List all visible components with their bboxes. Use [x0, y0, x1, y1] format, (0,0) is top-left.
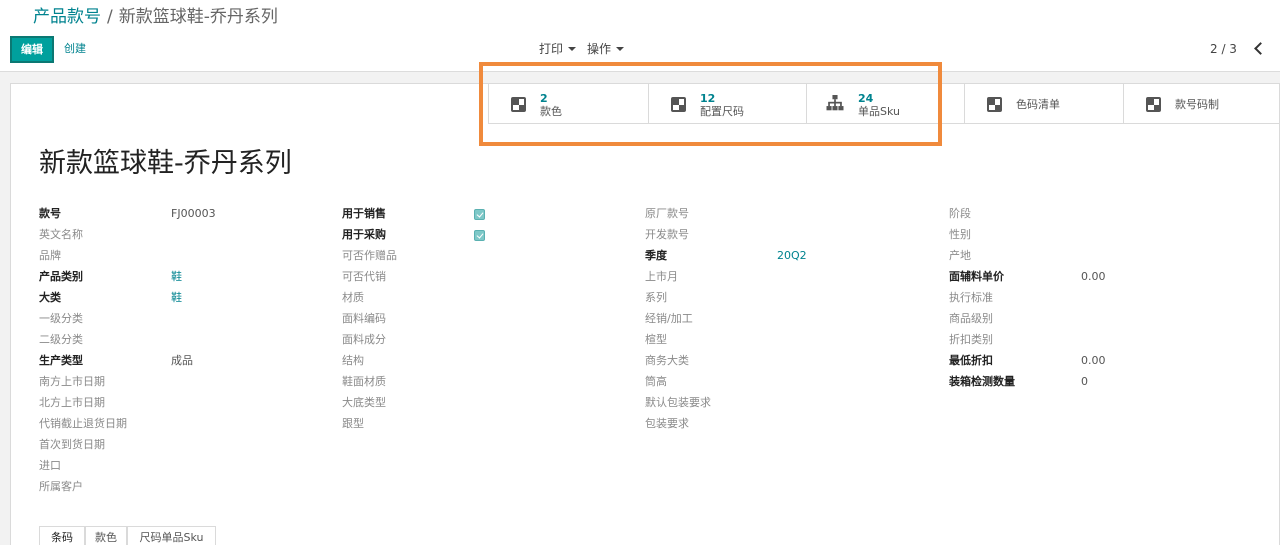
caret-down-icon — [568, 47, 577, 51]
action-label: 操作 — [587, 42, 612, 56]
field-value-major-class[interactable]: 鞋 — [171, 290, 182, 306]
field-label-heel-type: 跟型 — [342, 417, 364, 430]
field-label-level2-class: 二级分类 — [39, 333, 83, 346]
field-value-season[interactable]: 20Q2 — [777, 248, 807, 264]
field-label-dev-style-code: 开发款号 — [645, 228, 689, 241]
field-label-discount-type: 折扣类别 — [949, 333, 993, 346]
field-label-style-code: 款号 — [39, 207, 61, 220]
field-label-last-type: 楦型 — [645, 333, 667, 346]
smart-button-sku[interactable]: 24 单品Sku — [806, 84, 964, 124]
breadcrumb-current: 新款篮球鞋-乔丹系列 — [118, 7, 278, 27]
tab-size-sku[interactable]: 尺码单品Sku — [127, 526, 216, 545]
smart-button-box: 2 款色 12 配置尺码 24 单品Sku 色码清单 款号码制 — [488, 84, 1280, 124]
smart-button-color-size-list[interactable]: 色码清单 — [964, 84, 1123, 124]
smart-button-count: 12 — [700, 92, 716, 105]
field-label-material-unit-price: 面辅料单价 — [949, 270, 1004, 283]
checker-icon — [1146, 97, 1161, 112]
field-label-factory-style-code: 原厂款号 — [645, 207, 689, 220]
tab-style-color[interactable]: 款色 — [85, 526, 127, 545]
pager-value[interactable]: 2 / 3 — [1210, 41, 1237, 57]
field-value-product-category[interactable]: 鞋 — [171, 269, 182, 285]
field-label-business-class: 商务大类 — [645, 354, 689, 367]
breadcrumb-parent-link[interactable]: 产品款号 — [33, 7, 101, 27]
field-label-sole-type: 大底类型 — [342, 396, 386, 409]
field-label-fabric-code: 面料编码 — [342, 312, 386, 325]
field-label-distribution-processing: 经销/加工 — [645, 312, 693, 325]
create-button[interactable]: 创建 — [64, 41, 86, 57]
smart-button-label: 款色 — [540, 105, 562, 118]
field-label-consignment: 可否代销 — [342, 270, 386, 283]
smart-button-colors[interactable]: 2 款色 — [488, 84, 648, 124]
print-dropdown[interactable]: 打印 — [539, 41, 577, 57]
field-label-origin: 产地 — [949, 249, 971, 262]
control-panel: 产品款号 / 新款篮球鞋-乔丹系列 编辑 创建 打印 操作 2 / 3 — [0, 0, 1280, 72]
field-label-carton-check-qty: 装箱检测数量 — [949, 375, 1015, 388]
field-label-fabric-composition: 面料成分 — [342, 333, 386, 346]
field-label-product-category: 产品类别 — [39, 270, 83, 283]
field-label-standard: 执行标准 — [949, 291, 993, 304]
field-label-for-sale: 用于销售 — [342, 207, 386, 220]
print-label: 打印 — [539, 42, 564, 56]
field-label-south-launch-date: 南方上市日期 — [39, 375, 105, 388]
smart-button-sizes[interactable]: 12 配置尺码 — [648, 84, 806, 124]
caret-down-icon — [616, 47, 625, 51]
field-label-consignment-return-deadline: 代销截止退货日期 — [39, 417, 127, 430]
smart-button-label: 配置尺码 — [700, 105, 744, 118]
field-label-min-discount: 最低折扣 — [949, 354, 993, 367]
field-label-material: 材质 — [342, 291, 364, 304]
field-label-shaft-height: 筒高 — [645, 375, 667, 388]
checker-icon — [671, 97, 686, 112]
smart-button-label: 单品Sku — [858, 105, 900, 118]
smart-button-count: 24 — [858, 92, 874, 105]
field-label-stage: 阶段 — [949, 207, 971, 220]
field-label-first-arrival-date: 首次到货日期 — [39, 438, 105, 451]
breadcrumb-separator: / — [107, 7, 113, 27]
field-value-min-discount[interactable]: 0.00 — [1081, 353, 1106, 369]
for-sale-checkbox[interactable] — [474, 209, 485, 220]
chevron-left-icon[interactable] — [1251, 38, 1267, 58]
smart-button-label: 色码清单 — [1016, 98, 1060, 111]
smart-button-label: 款号码制 — [1175, 98, 1219, 111]
for-purchase-checkbox[interactable] — [474, 230, 485, 241]
field-label-import: 进口 — [39, 459, 61, 472]
field-label-structure: 结构 — [342, 354, 364, 367]
action-dropdown[interactable]: 操作 — [587, 41, 625, 57]
field-label-customer: 所属客户 — [39, 480, 83, 493]
field-label-level1-class: 一级分类 — [39, 312, 83, 325]
field-label-gender: 性别 — [949, 228, 971, 241]
field-label-for-purchase: 用于采购 — [342, 228, 386, 241]
field-label-major-class: 大类 — [39, 291, 61, 304]
field-label-gift: 可否作赠品 — [342, 249, 397, 262]
checker-icon — [987, 97, 1002, 112]
field-label-production-type: 生产类型 — [39, 354, 83, 367]
field-label-series: 系列 — [645, 291, 667, 304]
edit-button[interactable]: 编辑 — [10, 36, 54, 63]
field-label-product-grade: 商品级别 — [949, 312, 993, 325]
breadcrumb: 产品款号 / 新款篮球鞋-乔丹系列 — [33, 6, 278, 28]
checker-icon — [511, 97, 526, 112]
sitemap-icon — [826, 95, 844, 111]
smart-button-count: 2 — [540, 92, 548, 105]
field-label-north-launch-date: 北方上市日期 — [39, 396, 105, 409]
field-label-upper-material: 鞋面材质 — [342, 375, 386, 388]
field-label-launch-month: 上市月 — [645, 270, 678, 283]
tab-barcode[interactable]: 条码 — [39, 526, 85, 545]
field-label-brand: 品牌 — [39, 249, 61, 262]
field-value-production-type[interactable]: 成品 — [171, 353, 193, 369]
field-value-style-code[interactable]: FJ00003 — [171, 206, 216, 222]
field-label-packaging: 包装要求 — [645, 417, 689, 430]
field-value-carton-check-qty[interactable]: 0 — [1081, 374, 1088, 390]
field-value-material-unit-price[interactable]: 0.00 — [1081, 269, 1106, 285]
field-label-default-packaging: 默认包装要求 — [645, 396, 711, 409]
field-label-season: 季度 — [645, 249, 667, 262]
smart-button-size-scheme[interactable]: 款号码制 — [1123, 84, 1280, 124]
record-title: 新款篮球鞋-乔丹系列 — [39, 148, 292, 179]
field-label-english-name: 英文名称 — [39, 228, 83, 241]
